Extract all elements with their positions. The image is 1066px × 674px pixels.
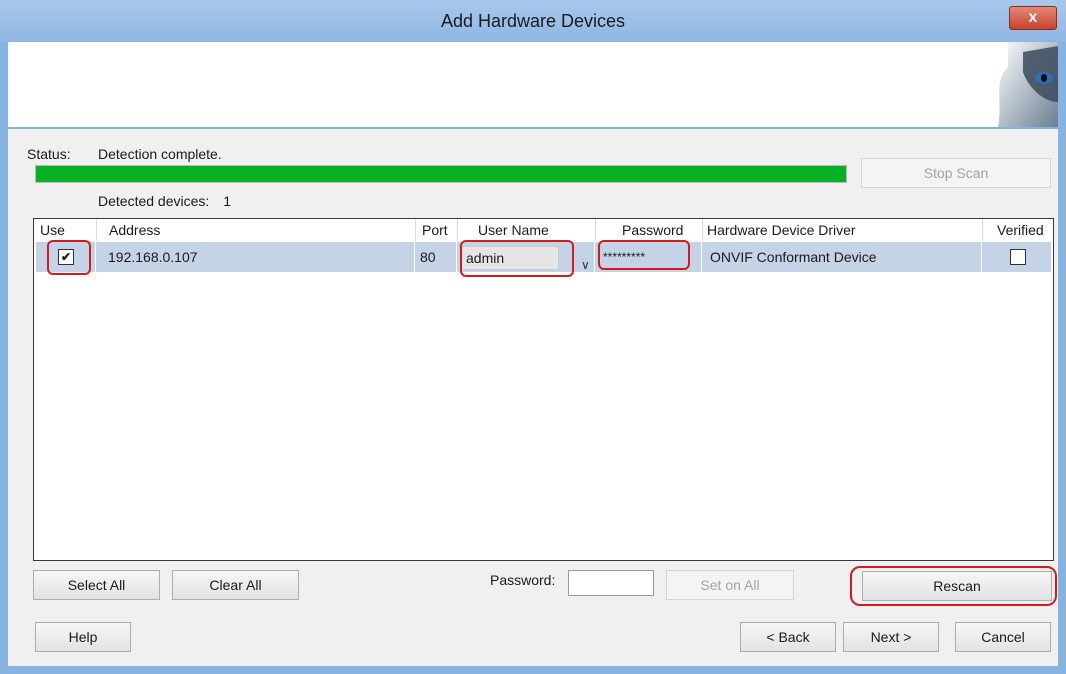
verified-checkbox[interactable]: [1010, 249, 1026, 265]
select-all-button[interactable]: Select All: [33, 570, 160, 600]
status-text: Detection complete.: [98, 146, 222, 162]
title-bar[interactable]: Add Hardware Devices x: [0, 0, 1066, 42]
help-button[interactable]: Help: [35, 622, 131, 652]
set-on-all-button[interactable]: Set on All: [666, 570, 794, 600]
status-label: Status:: [27, 146, 71, 162]
column-header-verified[interactable]: Verified: [983, 219, 1053, 241]
close-button[interactable]: x: [1009, 6, 1057, 30]
password-highlight: [598, 240, 690, 270]
header-banner: [8, 42, 1058, 127]
cancel-button[interactable]: Cancel: [955, 622, 1051, 652]
next-button[interactable]: Next >: [843, 622, 939, 652]
window-title: Add Hardware Devices: [440, 11, 626, 31]
use-checkbox-highlight: [47, 240, 91, 275]
column-header-user-name[interactable]: User Name: [458, 219, 596, 241]
column-header-password[interactable]: Password: [596, 219, 703, 241]
wolf-logo-icon: [998, 42, 1058, 127]
verified-cell[interactable]: [982, 242, 1051, 272]
address-cell[interactable]: 192.168.0.107: [96, 242, 415, 272]
stop-scan-button[interactable]: Stop Scan: [861, 158, 1051, 188]
chevron-down-icon[interactable]: ∨: [581, 250, 590, 280]
progress-fill: [36, 166, 846, 182]
detected-devices-count: 1: [223, 193, 231, 209]
rescan-button[interactable]: Rescan: [862, 571, 1052, 601]
detected-devices: Detected devices: 1: [98, 193, 231, 209]
column-header-address[interactable]: Address: [97, 219, 416, 241]
column-header-use[interactable]: Use: [34, 219, 97, 241]
scan-progress-bar: [35, 165, 847, 183]
password-label: Password:: [490, 572, 556, 588]
column-header-port[interactable]: Port: [416, 219, 458, 241]
add-hardware-devices-dialog: Add Hardware Devices x Status: Detection…: [0, 0, 1066, 674]
clear-all-button[interactable]: Clear All: [172, 570, 299, 600]
password-input[interactable]: [568, 570, 654, 596]
column-header-hardware-device-driver[interactable]: Hardware Device Driver: [703, 219, 983, 241]
port-cell[interactable]: 80: [415, 242, 457, 272]
driver-cell[interactable]: ONVIF Conformant Device: [702, 242, 982, 272]
back-button[interactable]: < Back: [740, 622, 836, 652]
detected-devices-label: Detected devices:: [98, 193, 210, 209]
user-name-highlight: [460, 240, 574, 277]
